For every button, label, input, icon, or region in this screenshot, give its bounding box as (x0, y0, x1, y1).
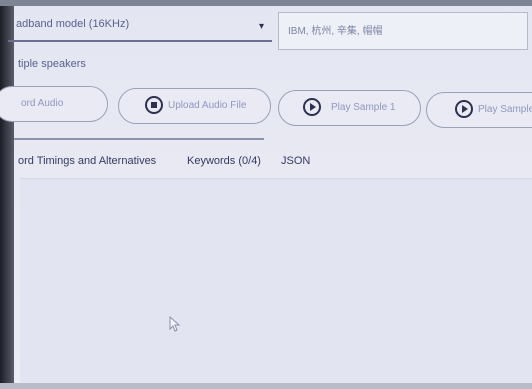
stop-icon (145, 96, 163, 114)
monitor-bezel (0, 0, 14, 389)
play-sample-1-label: Play Sample 1 (331, 102, 396, 113)
upload-audio-button[interactable]: Upload Audio File (118, 88, 271, 124)
keywords-input[interactable]: IBM, 杭州, 辛集, 帽帽 (278, 12, 528, 50)
tab-word-timings[interactable]: ord Timings and Alternatives (18, 155, 156, 167)
play-icon (303, 98, 321, 116)
results-panel (20, 178, 532, 384)
play-icon (455, 100, 473, 118)
model-select[interactable]: adband model (16KHz) ▾ (8, 12, 272, 42)
monitor-bezel-bottom (0, 383, 532, 389)
upload-audio-label: Upload Audio File (168, 100, 247, 111)
section-divider (14, 138, 264, 140)
play-sample-2-label: Play Sample 2 (478, 104, 532, 115)
multiple-speakers-checkbox-label[interactable]: tiple speakers (18, 58, 86, 70)
mouse-cursor-icon (169, 316, 181, 332)
model-select-label: adband model (16KHz) (16, 18, 130, 30)
record-audio-label: ord Audio (21, 98, 64, 109)
tab-json[interactable]: JSON (281, 155, 310, 167)
play-sample-1-button[interactable]: Play Sample 1 (278, 90, 421, 126)
keywords-input-value: IBM, 杭州, 辛集, 帽帽 (288, 26, 383, 37)
monitor-bezel-top (0, 0, 532, 6)
record-audio-button[interactable]: ord Audio (0, 86, 108, 122)
chevron-down-icon[interactable]: ▾ (259, 21, 264, 32)
play-sample-2-button[interactable]: Play Sample 2 (426, 92, 532, 128)
app-screen: adband model (16KHz) ▾ IBM, 杭州, 辛集, 帽帽 t… (0, 0, 532, 389)
tab-keywords[interactable]: Keywords (0/4) (187, 155, 261, 167)
